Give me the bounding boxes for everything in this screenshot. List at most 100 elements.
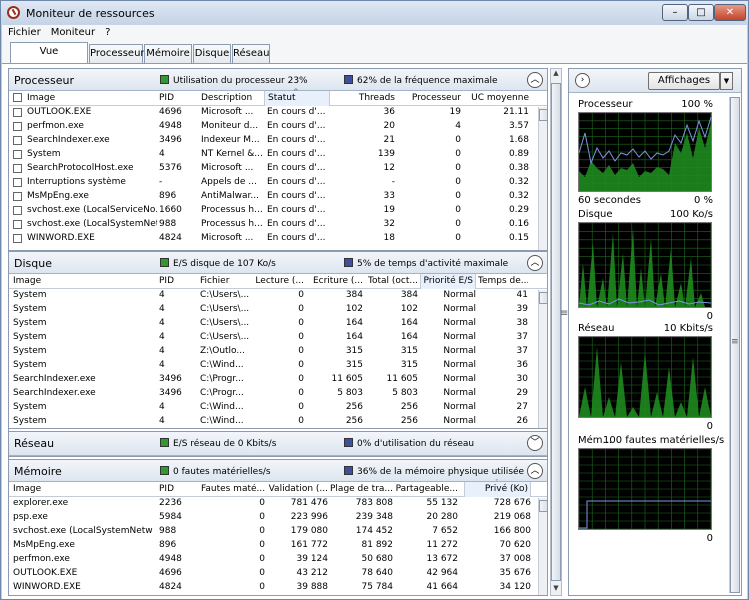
table-row[interactable]: System 4 NT Kernel &... En cours d'... 139 0 0… [9,148,547,162]
disk-io-legend: E/S disque de 107 Ko/s [160,258,276,269]
table-row[interactable]: SearchIndexer.exe 3496 Indexeur M... En cou… [9,134,547,148]
table-row[interactable]: MsMpEng.exe 896 AntiMalwar... En cours d'..… [9,190,547,204]
scroll-thumb[interactable] [551,83,561,581]
column-header[interactable]: UC moyenne [463,93,529,103]
tab-vue-ensemble[interactable]: Vue d'ensemble [10,42,88,74]
column-header[interactable]: Lecture (... [251,276,304,286]
scroll-thumb[interactable] [539,292,547,304]
table-row[interactable]: MsMpEng.exe 896 0 161 772 81 892 11 272 70 620 [9,539,547,553]
table-cell: En cours d'... [267,149,326,159]
table-row[interactable]: svchost.exe (LocalServiceNo... 1660 Proces… [9,204,547,218]
row-checkbox[interactable] [13,136,22,145]
table-row[interactable]: System 4 C:\Users\... 0 164 164 Normal 37 [9,331,547,345]
column-header[interactable]: PID [159,484,199,494]
row-checkbox[interactable] [13,206,22,215]
menu-moniteur[interactable]: Moniteur [51,25,95,41]
row-checkbox[interactable] [13,178,22,187]
column-header[interactable]: Plage de tra... [330,484,393,494]
overview-scrollbar[interactable]: ▲ ▼ [550,68,562,596]
column-header[interactable]: Fautes maté... [201,484,265,494]
row-checkbox[interactable] [13,164,22,173]
column-header[interactable]: PID [159,93,199,103]
network-io-legend: E/S réseau de 0 Kbits/s [160,438,276,449]
scroll-down-arrow-icon[interactable]: ▼ [552,584,560,594]
disk-graph [578,222,712,308]
scroll-thumb[interactable] [539,500,547,512]
column-header[interactable]: PID [159,276,197,286]
memory-scrollbar[interactable] [538,498,547,595]
processor-scrollbar[interactable] [538,107,547,250]
tab-processeur[interactable]: Processeur [89,44,145,63]
column-header[interactable]: Écriture (... [306,276,363,286]
column-header[interactable]: Temps de... [478,276,528,286]
chevron-up-icon[interactable]: ︿ [527,463,543,479]
table-row[interactable]: explorer.exe 2236 0 781 476 783 808 55 132 728… [9,497,547,511]
tab-disque[interactable]: Disque [193,44,231,63]
row-checkbox[interactable] [13,108,22,117]
table-row[interactable]: System 4 C:\Users\... 0 384 384 Normal 41 [9,289,547,303]
column-header[interactable]: Partageable... [395,484,458,494]
row-checkbox[interactable] [13,192,22,201]
table-row[interactable]: WINWORD.EXE 4824 Microsoft ... En cours d'.… [9,232,547,246]
collapse-pane-arrow-icon[interactable]: › [575,73,590,88]
column-header[interactable]: Image [13,484,153,494]
chevron-up-icon[interactable]: ︿ [527,72,543,88]
chevron-down-icon[interactable]: ﹀ [527,435,543,451]
table-row[interactable]: System 4 Z:\Outlo... 0 315 315 Normal 37 [9,345,547,359]
disk-header[interactable]: Disque E/S disque de 107 Ko/s 5% de temp… [9,252,547,274]
select-all-checkbox[interactable] [13,93,22,102]
table-row[interactable]: System 4 C:\Wind... 0 256 256 Normal 27 [9,401,547,415]
table-row[interactable]: svchost.exe (LocalSystemNet... 988 Process… [9,218,547,232]
views-button[interactable]: Affichages [648,72,720,90]
table-row[interactable]: System 4 C:\Wind... 0 315 315 Normal 36 [9,359,547,373]
menu-help[interactable]: ? [105,25,110,41]
table-row[interactable]: WINWORD.EXE 4824 0 39 888 75 784 41 664 34 120 [9,581,547,595]
views-dropdown-arrow-icon[interactable]: ▼ [720,72,733,90]
memory-header[interactable]: Mémoire 0 fautes matérielles/s 36% de la… [9,460,547,482]
scroll-up-arrow-icon[interactable]: ▲ [552,69,560,79]
scroll-thumb[interactable] [539,109,547,121]
table-row[interactable]: Interruptions système - Appels de ... En co… [9,176,547,190]
chevron-up-icon[interactable]: ︿ [527,255,543,271]
table-row[interactable]: System 4 C:\Wind... 0 256 256 Normal 26 [9,415,547,428]
table-row[interactable]: System 4 C:\Users\... 0 164 164 Normal 38 [9,317,547,331]
column-header[interactable]: Threads [331,93,395,103]
table-row[interactable]: perfmon.exe 4948 0 39 124 50 680 13 672 37 008 [9,553,547,567]
column-header[interactable]: Description [201,93,263,103]
network-header[interactable]: Réseau E/S réseau de 0 Kbits/s 0% d'util… [9,432,547,456]
processor-table-body: OUTLOOK.EXE 4696 Microsoft ... En cours d'.… [9,106,547,246]
table-row[interactable]: svchost.exe (LocalSystemNetwo... 988 0 179 … [9,525,547,539]
disk-scrollbar[interactable] [538,290,547,428]
table-row[interactable]: OUTLOOK.EXE 4696 Microsoft ... En cours d'.… [9,106,547,120]
table-cell: NT Kernel &... [201,149,263,159]
table-row[interactable]: SearchIndexer.exe 3496 C:\Progr... 0 11 605 1… [9,373,547,387]
table-row[interactable]: SearchIndexer.exe 3496 C:\Progr... 0 5 803 5 … [9,387,547,401]
table-row[interactable]: psp.exe 5984 0 223 996 239 348 20 280 219 068 [9,511,547,525]
row-checkbox[interactable] [13,122,22,131]
table-row[interactable]: System 4 C:\Users\... 0 102 102 Normal 39 [9,303,547,317]
tab-reseau[interactable]: Réseau [232,44,270,63]
row-checkbox[interactable] [13,234,22,243]
table-row[interactable]: SearchProtocolHost.exe 5376 Microsoft ... E… [9,162,547,176]
column-header[interactable]: Total (oct... [365,276,418,286]
graph-title: Processeur [578,99,633,110]
menu-fichier[interactable]: Fichier [8,25,41,41]
column-header[interactable]: Image [13,276,153,286]
column-header[interactable]: Fichier [200,276,250,286]
tab-memoire[interactable]: Mémoire [144,44,192,63]
table-row[interactable]: OUTLOOK.EXE 4696 0 43 212 78 640 42 964 35 676 [9,567,547,581]
column-header[interactable]: Processeur [397,93,461,103]
network-title: Réseau [14,437,55,450]
column-header-sorted[interactable]: Priorité E/S [420,274,476,289]
column-header[interactable]: Validation (... [267,484,328,494]
column-header[interactable]: Image [27,93,157,103]
minimize-button[interactable]: – [662,4,688,21]
maximize-button[interactable]: □ [688,4,714,21]
row-checkbox[interactable] [13,220,22,229]
close-button[interactable]: ✕ [714,4,746,21]
processor-header[interactable]: Processeur Utilisation du processeur 23%… [9,69,547,91]
graphs-scrollbar[interactable]: ≡ [729,97,740,593]
pane-splitter[interactable]: ≡ [560,68,568,596]
row-checkbox[interactable] [13,150,22,159]
table-row[interactable]: perfmon.exe 4948 Moniteur d... En cours d'.… [9,120,547,134]
